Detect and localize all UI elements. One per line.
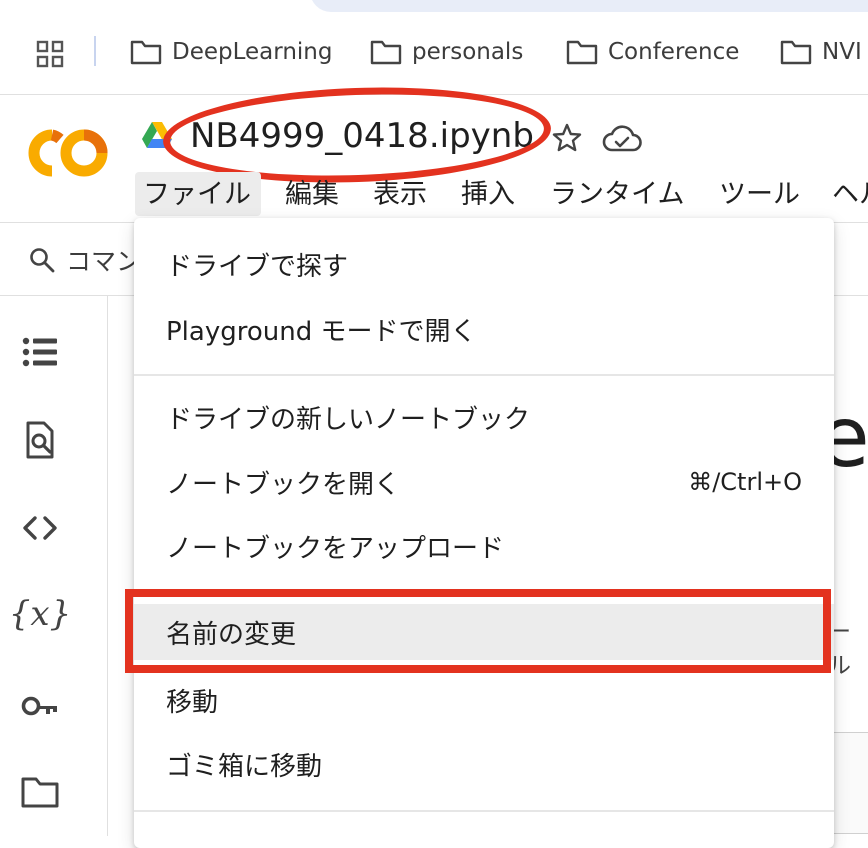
menu-item-label: ゴミ箱に移動 xyxy=(166,751,323,782)
bookmark-label: DeepLearning xyxy=(172,39,333,65)
bookmark-conference[interactable]: Conference xyxy=(566,36,739,68)
menu-item-open-notebook[interactable]: ノートブックを開く ⌘/Ctrl+O xyxy=(134,454,834,510)
menu-tools[interactable]: ツール xyxy=(719,172,800,216)
toc-icon[interactable] xyxy=(18,330,62,374)
menu-item-playground-mode[interactable]: Playground モードで開く xyxy=(134,301,834,357)
search-icon[interactable] xyxy=(28,246,56,274)
variables-glyph: {x} xyxy=(8,594,72,634)
menu-item-shortcut: ⌘/Ctrl+O xyxy=(688,468,802,496)
menu-insert[interactable]: 挿入 xyxy=(461,172,515,216)
bookmarks-separator xyxy=(94,36,96,66)
bookmark-deeplearning[interactable]: DeepLearning xyxy=(130,36,332,68)
menu-item-move-to-trash[interactable]: ゴミ箱に移動 xyxy=(134,736,834,792)
menu-item-find-in-drive[interactable]: ドライブで探す xyxy=(134,236,834,292)
files-folder-icon[interactable] xyxy=(18,770,62,814)
address-bar-edge xyxy=(310,0,868,12)
menu-help[interactable]: ヘル xyxy=(832,172,868,216)
star-icon[interactable] xyxy=(551,122,583,154)
file-menu-dropdown: ドライブで探す Playground モードで開く ドライブの新しいノートブック… xyxy=(134,218,834,848)
apps-grid-icon[interactable] xyxy=(36,40,64,68)
rail-divider xyxy=(107,296,108,836)
command-search-label[interactable]: コマン xyxy=(66,242,141,278)
menu-file[interactable]: ファイル xyxy=(143,172,251,216)
menu-item-label: Playground モードで開く xyxy=(166,316,477,347)
bookmark-label: Conference xyxy=(608,39,740,65)
menu-item-move[interactable]: 移動 xyxy=(134,672,834,728)
menu-divider xyxy=(134,374,834,376)
code-cell-fragment xyxy=(830,732,868,834)
find-icon[interactable] xyxy=(18,418,62,462)
folder-icon xyxy=(130,40,162,65)
menu-item-upload-notebook[interactable]: ノートブックをアップロード xyxy=(134,518,834,574)
menu-edit[interactable]: 編集 xyxy=(285,172,339,216)
variables-icon[interactable]: {x} xyxy=(9,592,71,636)
folder-icon xyxy=(780,40,812,65)
bookmark-nvi[interactable]: NVI xyxy=(780,36,862,68)
menu-item-label: ノートブックをアップロード xyxy=(166,533,505,564)
menu-item-label: ドライブで探す xyxy=(166,251,349,282)
menu-divider xyxy=(134,810,834,812)
folder-icon xyxy=(370,40,402,65)
menu-item-label: 移動 xyxy=(166,687,219,718)
toolbar-fragment: ール xyxy=(828,619,851,679)
bookmark-label: personals xyxy=(412,39,524,65)
bookmark-label: NVI xyxy=(822,39,862,65)
menu-runtime[interactable]: ランタイム xyxy=(550,172,684,216)
cloud-saved-icon[interactable] xyxy=(602,122,642,156)
bookmark-personals[interactable]: personals xyxy=(370,36,523,68)
secrets-key-icon[interactable] xyxy=(18,684,62,728)
menu-item-label: ノートブックを開く xyxy=(166,469,401,500)
colab-logo-icon[interactable] xyxy=(26,125,110,181)
menu-item-new-notebook[interactable]: ドライブの新しいノートブック xyxy=(134,389,834,445)
menu-item-label: ドライブの新しいノートブック xyxy=(166,404,531,435)
folder-icon xyxy=(566,40,598,65)
menu-view[interactable]: 表示 xyxy=(373,172,427,216)
code-snippets-icon[interactable] xyxy=(18,506,62,550)
rename-annotation-box xyxy=(125,589,831,673)
